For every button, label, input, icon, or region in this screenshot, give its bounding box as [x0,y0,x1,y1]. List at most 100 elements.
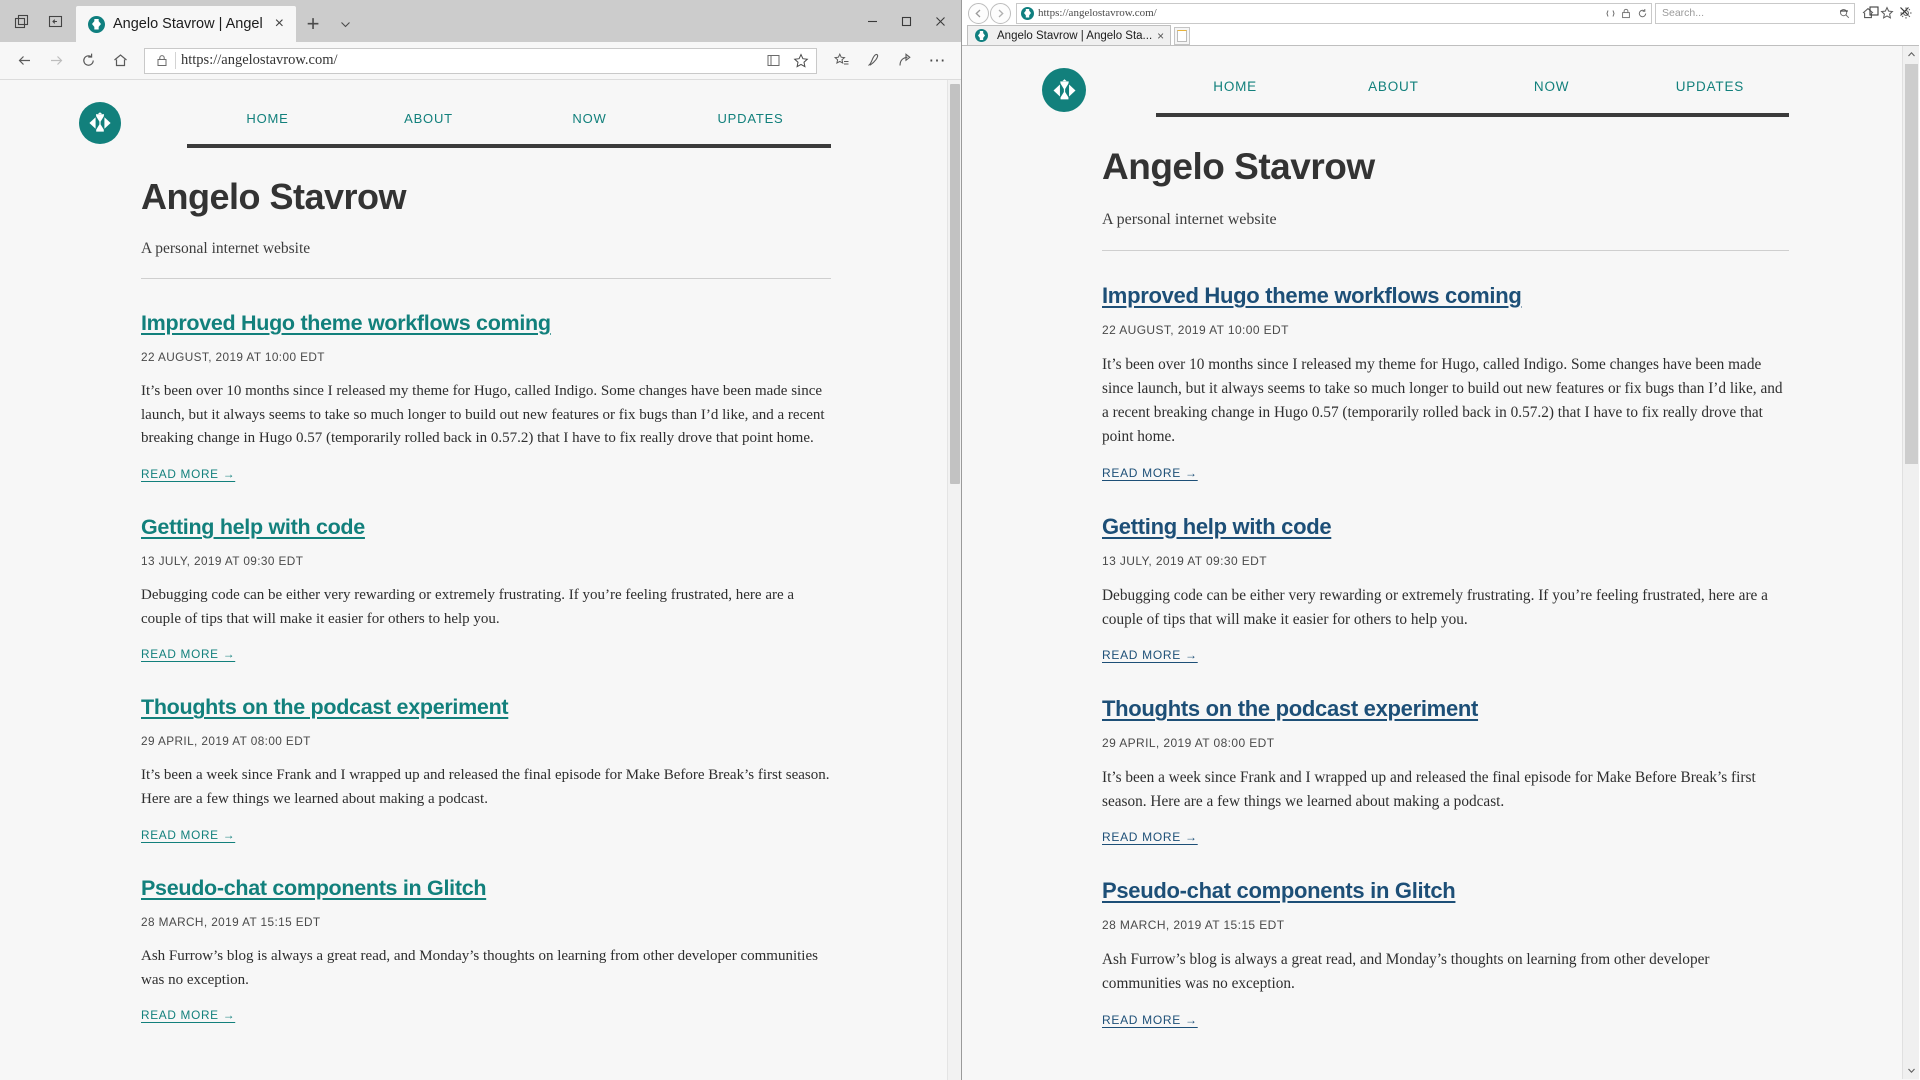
post-title: Pseudo-chat components in Glitch [1102,877,1789,905]
vertical-scrollbar[interactable] [1902,46,1919,1079]
search-input[interactable]: Search... [1655,2,1855,24]
browser-tab[interactable]: Angelo Stavrow | Angelo Sta... × [967,25,1172,45]
post-link[interactable]: Pseudo-chat components in Glitch [1102,878,1456,903]
primary-nav: HOME ABOUT NOW UPDATES [187,102,831,128]
back-icon[interactable] [968,2,989,24]
divider [141,278,831,279]
search-placeholder: Search... [1662,7,1705,19]
reading-view-icon[interactable] [760,49,787,73]
nav-about[interactable]: ABOUT [404,111,453,126]
read-more-link[interactable]: READ MORE → [1102,1013,1198,1027]
read-more-link[interactable]: READ MORE → [141,467,235,481]
forward-icon[interactable] [990,2,1011,24]
post-excerpt: Ash Furrow’s blog is always a great read… [141,947,818,988]
lock-icon[interactable] [1619,5,1633,21]
nav-about[interactable]: ABOUT [1368,79,1419,94]
window-controls [1829,0,1919,22]
close-icon[interactable]: × [273,16,286,32]
post-date: 22 AUGUST, 2019 AT 10:00 EDT [1102,323,1289,337]
post-link[interactable]: Getting help with code [141,515,365,539]
nav-divider [1156,113,1789,117]
post-title: Getting help with code [141,513,831,541]
nav-now[interactable]: NOW [1534,79,1569,94]
scroll-up-icon[interactable] [1903,46,1919,63]
close-icon[interactable]: × [1157,29,1164,43]
read-more-link[interactable]: READ MORE → [141,647,235,661]
maximize-button[interactable] [1859,0,1889,22]
nav-now[interactable]: NOW [572,111,606,126]
new-tab-button[interactable]: + [296,6,330,42]
post-link[interactable]: Improved Hugo theme workflows coming [1102,283,1522,308]
site-logo-icon[interactable] [1042,68,1086,112]
vertical-scrollbar[interactable] [947,80,961,1080]
edge-tab-actions [0,0,76,42]
edge-tab-strip: Angelo Stavrow | Angel × + [0,0,961,42]
refresh-icon[interactable] [72,46,104,76]
page-viewport: HOME ABOUT NOW UPDATES Angelo Stavrow A … [962,46,1919,1079]
new-tab-button[interactable] [1174,27,1191,45]
maximize-button[interactable] [889,4,923,38]
read-more-link[interactable]: READ MORE → [1102,466,1198,480]
forward-icon[interactable] [40,46,72,76]
nav-updates[interactable]: UPDATES [717,111,783,126]
address-bar[interactable]: https://angelostavrow.com/ [144,47,817,74]
post-link[interactable]: Thoughts on the podcast experiment [1102,696,1478,721]
favorite-star-icon[interactable] [787,49,814,73]
set-tabs-aside-icon[interactable] [4,4,38,38]
post-excerpt: It’s been a week since Frank and I wrapp… [141,767,830,808]
post-item: Thoughts on the podcast experiment 29 AP… [1102,695,1789,846]
scrollbar-thumb[interactable] [950,84,960,484]
address-bar-actions [760,49,814,73]
minimize-button[interactable] [855,4,889,38]
post-link[interactable]: Pseudo-chat components in Glitch [141,876,486,900]
web-notes-icon[interactable] [857,46,889,76]
post-title: Getting help with code [1102,513,1789,541]
compatibility-view-icon[interactable] [1603,5,1617,21]
more-icon[interactable]: ⋯ [921,46,953,76]
site-logo-icon [88,15,105,33]
site-main: Angelo Stavrow A personal internet websi… [962,146,1919,1029]
address-bar[interactable]: https://angelostavrow.com/ [1016,2,1652,24]
nav-home[interactable]: HOME [1213,79,1257,94]
post-date: 13 JULY, 2019 AT 09:30 EDT [1102,553,1267,568]
scrollbar-thumb[interactable] [1905,64,1918,464]
post-title: Thoughts on the podcast experiment [141,693,831,721]
browser-tab[interactable]: Angelo Stavrow | Angel × [76,6,296,42]
close-button[interactable] [923,4,957,38]
site-logo-icon[interactable] [79,102,121,144]
url-text: https://angelostavrow.com/ [1038,7,1157,19]
post-date: 29 APRIL, 2019 AT 08:00 EDT [141,734,311,749]
nav-item: NOW [1473,78,1631,96]
share-icon[interactable] [889,46,921,76]
post-link[interactable]: Getting help with code [1102,514,1332,539]
favorites-hub-icon[interactable] [825,46,857,76]
nav-item: ABOUT [1314,78,1472,96]
read-more-link[interactable]: READ MORE → [1102,830,1198,844]
internet-explorer-window: https://angelostavrow.com/ Search... Ang… [962,0,1919,1080]
read-more-link[interactable]: READ MORE → [1102,648,1198,662]
post-item: Thoughts on the podcast experiment 29 AP… [141,693,831,843]
page-title: Angelo Stavrow [141,176,407,217]
lock-icon [151,54,173,67]
site-logo-icon [975,29,988,42]
logo-wrap [1042,68,1086,112]
nav-item: NOW [509,110,670,128]
back-icon[interactable] [8,46,40,76]
post-link[interactable]: Thoughts on the podcast experiment [141,695,509,719]
site-tagline: A personal internet website [1102,211,1277,228]
restore-tabs-icon[interactable] [38,4,72,38]
post-item: Improved Hugo theme workflows coming 22 … [141,309,831,483]
close-button[interactable] [1889,0,1919,22]
read-more-link[interactable]: READ MORE → [141,1008,235,1022]
ie-chrome: https://angelostavrow.com/ Search... Ang… [962,0,1919,46]
home-icon[interactable] [104,46,136,76]
read-more-link[interactable]: READ MORE → [141,828,235,842]
post-link[interactable]: Improved Hugo theme workflows coming [141,311,551,335]
nav-home[interactable]: HOME [246,111,288,126]
chevron-down-icon[interactable] [330,6,360,42]
minimize-button[interactable] [1829,0,1859,22]
nav-updates[interactable]: UPDATES [1676,79,1744,94]
post-excerpt: It’s been over 10 months since I release… [1102,356,1783,446]
refresh-icon[interactable] [1635,5,1649,21]
scroll-down-icon[interactable] [1903,1062,1919,1079]
